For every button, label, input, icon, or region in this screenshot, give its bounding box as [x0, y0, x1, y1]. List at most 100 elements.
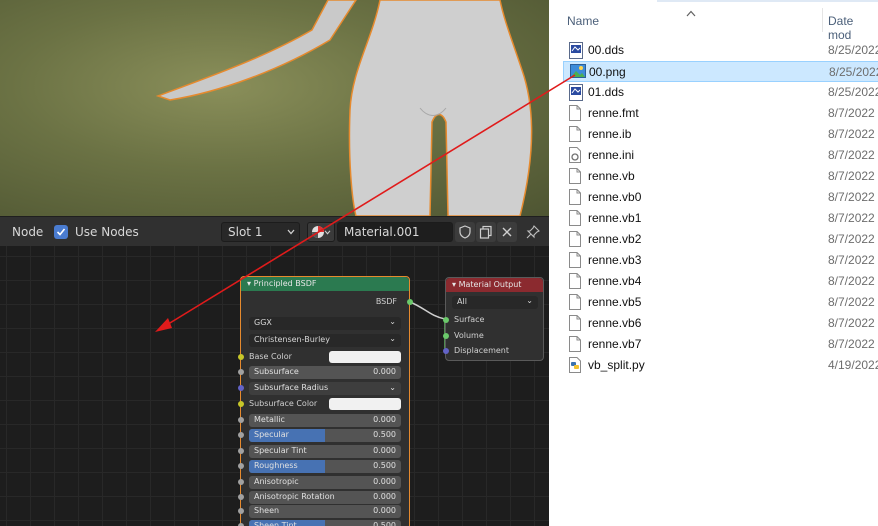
value-slider[interactable]: Subsurface 0.000 — [249, 366, 401, 379]
file-row[interactable]: renne.ini 8/7/2022 — [563, 145, 878, 166]
file-row[interactable]: renne.vb0 8/7/2022 — [563, 187, 878, 208]
subsurface-method-select[interactable]: Christensen-Burley ⌄ — [249, 334, 401, 347]
input-socket[interactable] — [238, 448, 244, 454]
color-swatch[interactable] — [329, 398, 401, 410]
material-sphere-icon — [312, 226, 324, 238]
pin-button[interactable] — [523, 222, 543, 242]
principled-bsdf-node[interactable]: ▾ Principled BSDF BSDF GGX ⌄ Christensen… — [238, 276, 413, 526]
duplicate-material-button[interactable] — [476, 222, 496, 242]
value-slider[interactable]: Metallic 0.000 — [249, 414, 401, 427]
use-nodes-label: Use Nodes — [75, 225, 139, 239]
file-name: renne.vb1 — [588, 211, 642, 225]
volume-input-socket[interactable] — [443, 333, 449, 339]
input-socket[interactable] — [238, 479, 244, 485]
file-row-selected[interactable]: 00.png 8/25/2022 — [563, 61, 878, 82]
node-menu[interactable]: Node — [12, 225, 43, 239]
file-name: renne.ib — [588, 127, 632, 141]
input-value: 0.000 — [373, 446, 396, 455]
input-label: Sheen Tint — [254, 521, 297, 526]
shield-icon — [459, 225, 471, 239]
displacement-input-socket[interactable] — [443, 348, 449, 354]
value-slider[interactable]: Specular Tint 0.000 — [249, 445, 401, 458]
value-slider[interactable]: Roughness 0.500 — [249, 460, 401, 473]
input-socket[interactable] — [238, 401, 244, 407]
file-row[interactable]: renne.vb4 8/7/2022 — [563, 271, 878, 292]
distribution-value: GGX — [254, 318, 272, 327]
file-name: 00.png — [589, 65, 626, 79]
value-slider[interactable]: Specular 0.500 — [249, 429, 401, 442]
principled-bsdf-header[interactable]: ▾ Principled BSDF — [241, 277, 409, 291]
input-socket[interactable] — [238, 494, 244, 500]
material-output-node[interactable]: ▾ Material Output All ⌄ Surface Volume D… — [443, 277, 544, 361]
subsurface-radius-select[interactable]: Subsurface Radius ⌄ — [249, 382, 401, 395]
input-value: 0.000 — [373, 492, 396, 501]
file-name: 00.dds — [588, 43, 625, 57]
checkmark-icon — [56, 228, 66, 236]
file-date: 8/7/2022 — [828, 148, 875, 162]
value-slider[interactable]: Sheen Tint 0.500 — [249, 520, 401, 526]
slot-value: Slot 1 — [228, 225, 263, 239]
file-row[interactable]: vb_split.py 4/19/2022 — [563, 355, 878, 376]
bsdf-output-socket[interactable] — [407, 299, 413, 305]
file-row[interactable]: 01.dds 8/25/2022 — [563, 82, 878, 103]
file-row[interactable]: renne.vb6 8/7/2022 — [563, 313, 878, 334]
node-editor-canvas[interactable]: ▾ Principled BSDF BSDF GGX ⌄ Christensen… — [0, 246, 549, 526]
input-socket[interactable] — [238, 385, 244, 391]
slot-dropdown[interactable]: Slot 1 — [221, 222, 300, 242]
input-socket[interactable] — [238, 354, 244, 360]
file-name: renne.vb2 — [588, 232, 642, 246]
input-value: 0.500 — [373, 430, 396, 439]
3d-viewport[interactable] — [0, 0, 549, 216]
chevron-down-icon: ⌄ — [389, 334, 396, 343]
column-divider[interactable] — [822, 8, 823, 32]
fake-user-button[interactable] — [455, 222, 475, 242]
file-name: vb_split.py — [588, 358, 645, 372]
file-row[interactable]: renne.vb 8/7/2022 — [563, 166, 878, 187]
file-row[interactable]: renne.fmt 8/7/2022 — [563, 103, 878, 124]
file-row[interactable]: renne.vb3 8/7/2022 — [563, 250, 878, 271]
date-column-header[interactable]: Date mod — [828, 14, 878, 42]
file-date: 8/7/2022 — [828, 211, 875, 225]
output-target-select[interactable]: All ⌄ — [452, 296, 538, 309]
surface-input-socket[interactable] — [443, 317, 449, 323]
file-icon — [569, 315, 583, 332]
value-slider[interactable]: Sheen 0.000 — [249, 505, 401, 518]
file-row[interactable]: renne.vb7 8/7/2022 — [563, 334, 878, 355]
file-date: 8/25/2022 — [829, 65, 878, 79]
color-swatch[interactable] — [329, 351, 401, 363]
file-date: 8/25/2022 — [828, 85, 878, 99]
dds-image-icon — [569, 42, 583, 59]
file-row[interactable]: 00.dds 8/25/2022 — [563, 40, 878, 61]
file-explorer: Name Date mod 00.dds 8/25/2022 00.png 8/25/… — [549, 0, 878, 526]
input-label: Specular Tint — [254, 446, 307, 455]
input-socket[interactable] — [238, 369, 244, 375]
input-label: Base Color — [249, 352, 292, 361]
collapse-arrow-icon[interactable]: ▾ — [452, 280, 456, 289]
file-icon — [569, 105, 583, 122]
material-output-header[interactable]: ▾ Material Output — [446, 278, 543, 292]
file-row[interactable]: renne.ib 8/7/2022 — [563, 124, 878, 145]
input-socket[interactable] — [238, 432, 244, 438]
png-image-icon — [570, 64, 586, 81]
browse-material-button[interactable] — [307, 222, 335, 242]
distribution-select[interactable]: GGX ⌄ — [249, 317, 401, 330]
use-nodes-checkbox[interactable] — [54, 225, 68, 239]
file-icon — [569, 252, 583, 269]
name-column-header[interactable]: Name — [567, 14, 599, 28]
value-slider[interactable]: Anisotropic Rotation 0.000 — [249, 491, 401, 504]
unlink-material-button[interactable] — [497, 222, 517, 242]
input-label: Subsurface Color — [249, 399, 318, 408]
file-name: renne.ini — [588, 148, 635, 162]
input-socket[interactable] — [238, 508, 244, 514]
collapse-arrow-icon[interactable]: ▾ — [247, 279, 251, 288]
input-socket[interactable] — [238, 463, 244, 469]
input-socket[interactable] — [238, 417, 244, 423]
value-slider[interactable]: Anisotropic 0.000 — [249, 476, 401, 489]
file-row[interactable]: renne.vb1 8/7/2022 — [563, 208, 878, 229]
file-row[interactable]: renne.vb2 8/7/2022 — [563, 229, 878, 250]
close-icon — [502, 227, 512, 237]
file-row[interactable]: renne.vb5 8/7/2022 — [563, 292, 878, 313]
file-date: 8/7/2022 — [828, 127, 875, 141]
material-name-field[interactable]: Material.001 — [337, 222, 453, 242]
file-icon — [569, 336, 583, 353]
